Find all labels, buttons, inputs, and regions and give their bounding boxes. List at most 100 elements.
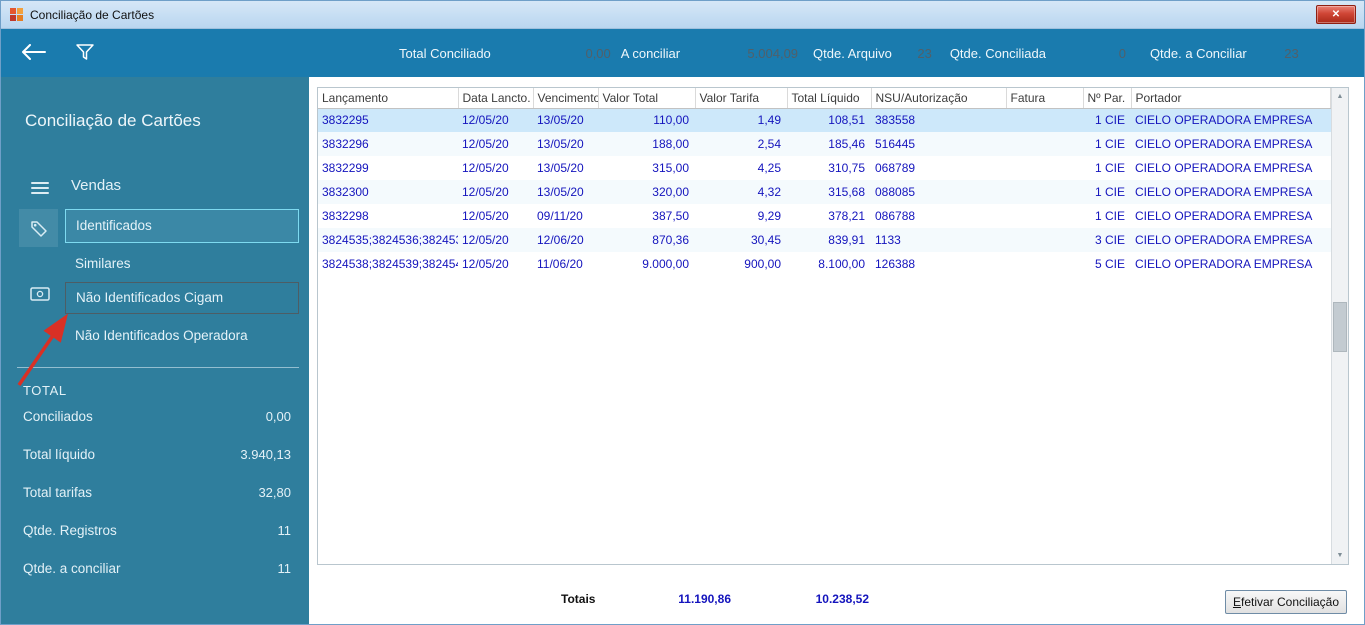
cell: 12/06/20	[537, 233, 584, 247]
cell: 3832295	[322, 113, 369, 128]
sidebar-item-identificados[interactable]: Identificados	[65, 209, 299, 243]
table-row[interactable]: 3824538;3824539;382454 12/05/20 11/06/20 9.…	[318, 252, 1331, 276]
total-value: 11	[277, 523, 292, 538]
money-icon[interactable]	[30, 287, 50, 306]
cell: 3832299	[322, 161, 369, 175]
cell: 4,32	[757, 185, 781, 199]
sidebar-total-conciliados: Conciliados 0,00	[23, 409, 291, 447]
sidebar-total-heading: TOTAL	[23, 383, 67, 398]
cell: 3824535;3824536;382453	[322, 233, 458, 247]
cell: 387,50	[652, 209, 689, 223]
sidebar-item-nao-identificados-operadora[interactable]: Não Identificados Operadora	[65, 323, 299, 349]
sidebar-item-nao-identificados-cigam[interactable]: Não Identificados Cigam	[65, 282, 299, 314]
column-header-data-lancto[interactable]: Data Lancto.	[458, 88, 534, 109]
scroll-down-icon[interactable]: ▼	[1332, 547, 1348, 564]
cell: 383558	[875, 113, 916, 128]
column-header-portador[interactable]: Portador	[1131, 88, 1331, 109]
toolbar: Total Conciliado 0,00 A conciliar 5.004,09 Q…	[1, 29, 1364, 77]
cell: 13/05/20	[537, 113, 584, 128]
column-header-lancamento[interactable]: Lançamento	[318, 88, 459, 109]
cell: 1133	[875, 233, 901, 247]
cell: 5 CIE	[1094, 257, 1125, 271]
cell: 2,54	[757, 137, 781, 151]
sidebar-total-total-tarifas: Total tarifas 32,80	[23, 485, 291, 523]
efetivar-conciliacao-button[interactable]: Efetivar Conciliação	[1225, 590, 1347, 614]
cell: 310,75	[828, 161, 865, 175]
close-button[interactable]: ✕	[1316, 5, 1356, 24]
cell: 3824538;3824539;382454	[322, 257, 458, 271]
total-label: Qtde. Registros	[23, 523, 117, 538]
cell: 3832300	[322, 185, 369, 199]
scroll-up-icon[interactable]: ▲	[1332, 88, 1348, 105]
cell: 516445	[875, 137, 916, 151]
cell: 188,00	[652, 137, 689, 151]
column-header-total-liquido[interactable]: Total Líquido	[787, 88, 872, 109]
column-header-n-par[interactable]: Nº Par.	[1083, 88, 1132, 109]
column-header-vencimento[interactable]: Vencimento	[533, 88, 599, 109]
cell: 12/05/20	[462, 161, 509, 175]
cell	[1006, 108, 1083, 132]
menu-icon[interactable]	[31, 182, 49, 196]
cell: 870,36	[652, 233, 689, 247]
table-row[interactable]: 3832298 12/05/20 09/11/20 387,50 9,29 378,21 0…	[318, 204, 1331, 228]
cell: CIELO OPERADORA EMPRESA	[1135, 137, 1313, 151]
cell: 086788	[875, 209, 916, 223]
sidebar-item-similares[interactable]: Similares	[65, 251, 299, 277]
sidebar-totals: Conciliados 0,00 Total líquido 3.940,13 Tota…	[23, 409, 291, 599]
stat-label: Qtde. Conciliada	[949, 45, 1046, 61]
column-header-fatura[interactable]: Fatura	[1006, 88, 1084, 109]
cell	[1006, 252, 1083, 276]
table-row[interactable]: 3832295 12/05/20 13/05/20 110,00 1,49 108,51 3…	[318, 108, 1331, 132]
vertical-scrollbar[interactable]: ▲ ▼	[1331, 88, 1348, 564]
toolbar-stat-qtde-conciliada: Qtde. Conciliada 0	[950, 46, 1126, 61]
filter-icon	[76, 44, 94, 60]
cell: 12/05/20	[462, 257, 509, 271]
stat-value: 5.004,09	[747, 45, 799, 61]
records-grid: Lançamento Data Lancto. Vencimento Valor To…	[317, 87, 1349, 565]
cell: 839,91	[828, 233, 865, 247]
column-header-nsu-autorizacao[interactable]: NSU/Autorização	[871, 88, 1007, 109]
cell: CIELO OPERADORA EMPRESA	[1135, 257, 1313, 271]
totals-valor-total: 11.190,86	[678, 592, 731, 606]
total-value: 32,80	[258, 485, 291, 500]
close-icon: ✕	[1331, 9, 1341, 20]
sidebar-total-qtde-a-conciliar: Qtde. a conciliar 11	[23, 561, 291, 599]
total-label: Total tarifas	[23, 485, 93, 500]
sidebar-title: Conciliação de Cartões	[25, 111, 201, 130]
table-row[interactable]: 3832299 12/05/20 13/05/20 315,00 4,25 310,75 0…	[318, 156, 1331, 180]
column-header-valor-total[interactable]: Valor Total	[598, 88, 696, 109]
cell	[1006, 228, 1083, 252]
cell: CIELO OPERADORA EMPRESA	[1135, 161, 1313, 175]
filter-button[interactable]	[75, 42, 95, 67]
back-button[interactable]	[21, 44, 47, 65]
cell: 3 CIE	[1094, 233, 1125, 247]
cell: 315,00	[652, 161, 689, 175]
column-header-valor-tarifa[interactable]: Valor Tarifa	[695, 88, 788, 109]
cell	[1006, 180, 1083, 204]
grid-area: Lançamento Data Lancto. Vencimento Valor To…	[318, 88, 1331, 564]
cell	[1006, 204, 1083, 228]
cell	[1006, 132, 1083, 156]
toolbar-stat-qtde-arquivo: Qtde. Arquivo 23	[813, 46, 932, 61]
cell: 378,21	[828, 209, 865, 223]
cell: 1 CIE	[1094, 209, 1125, 223]
cell: 8.100,00	[818, 257, 865, 271]
titlebar[interactable]: Conciliação de Cartões ✕	[1, 1, 1364, 29]
tag-icon[interactable]	[30, 220, 48, 243]
table-row[interactable]: 3832300 12/05/20 13/05/20 320,00 4,32 315,68 0…	[318, 180, 1331, 204]
scrollbar-thumb[interactable]	[1333, 302, 1347, 352]
total-value: 3.940,13	[240, 447, 291, 462]
toolbar-stat-qtde-a-conciliar: Qtde. a Conciliar 23	[1150, 46, 1299, 61]
toolbar-stat-a-conciliar: A conciliar 5.004,09	[621, 46, 798, 61]
app-window: Conciliação de Cartões ✕ Total Conciliad…	[0, 0, 1365, 625]
table-row[interactable]: 3824535;3824536;382453 12/05/20 12/06/20 87…	[318, 228, 1331, 252]
sidebar-section-vendas: Vendas	[71, 177, 122, 194]
stat-value: 23	[917, 45, 932, 61]
stat-label: Qtde. Arquivo	[813, 45, 892, 61]
table-row[interactable]: 3832296 12/05/20 13/05/20 188,00 2,54 185,46 5…	[318, 132, 1331, 156]
cell: 12/05/20	[462, 137, 509, 151]
cell: 9.000,00	[642, 257, 689, 271]
cell: 12/05/20	[462, 209, 509, 223]
total-label: Conciliados	[23, 409, 93, 424]
cell	[1006, 156, 1083, 180]
